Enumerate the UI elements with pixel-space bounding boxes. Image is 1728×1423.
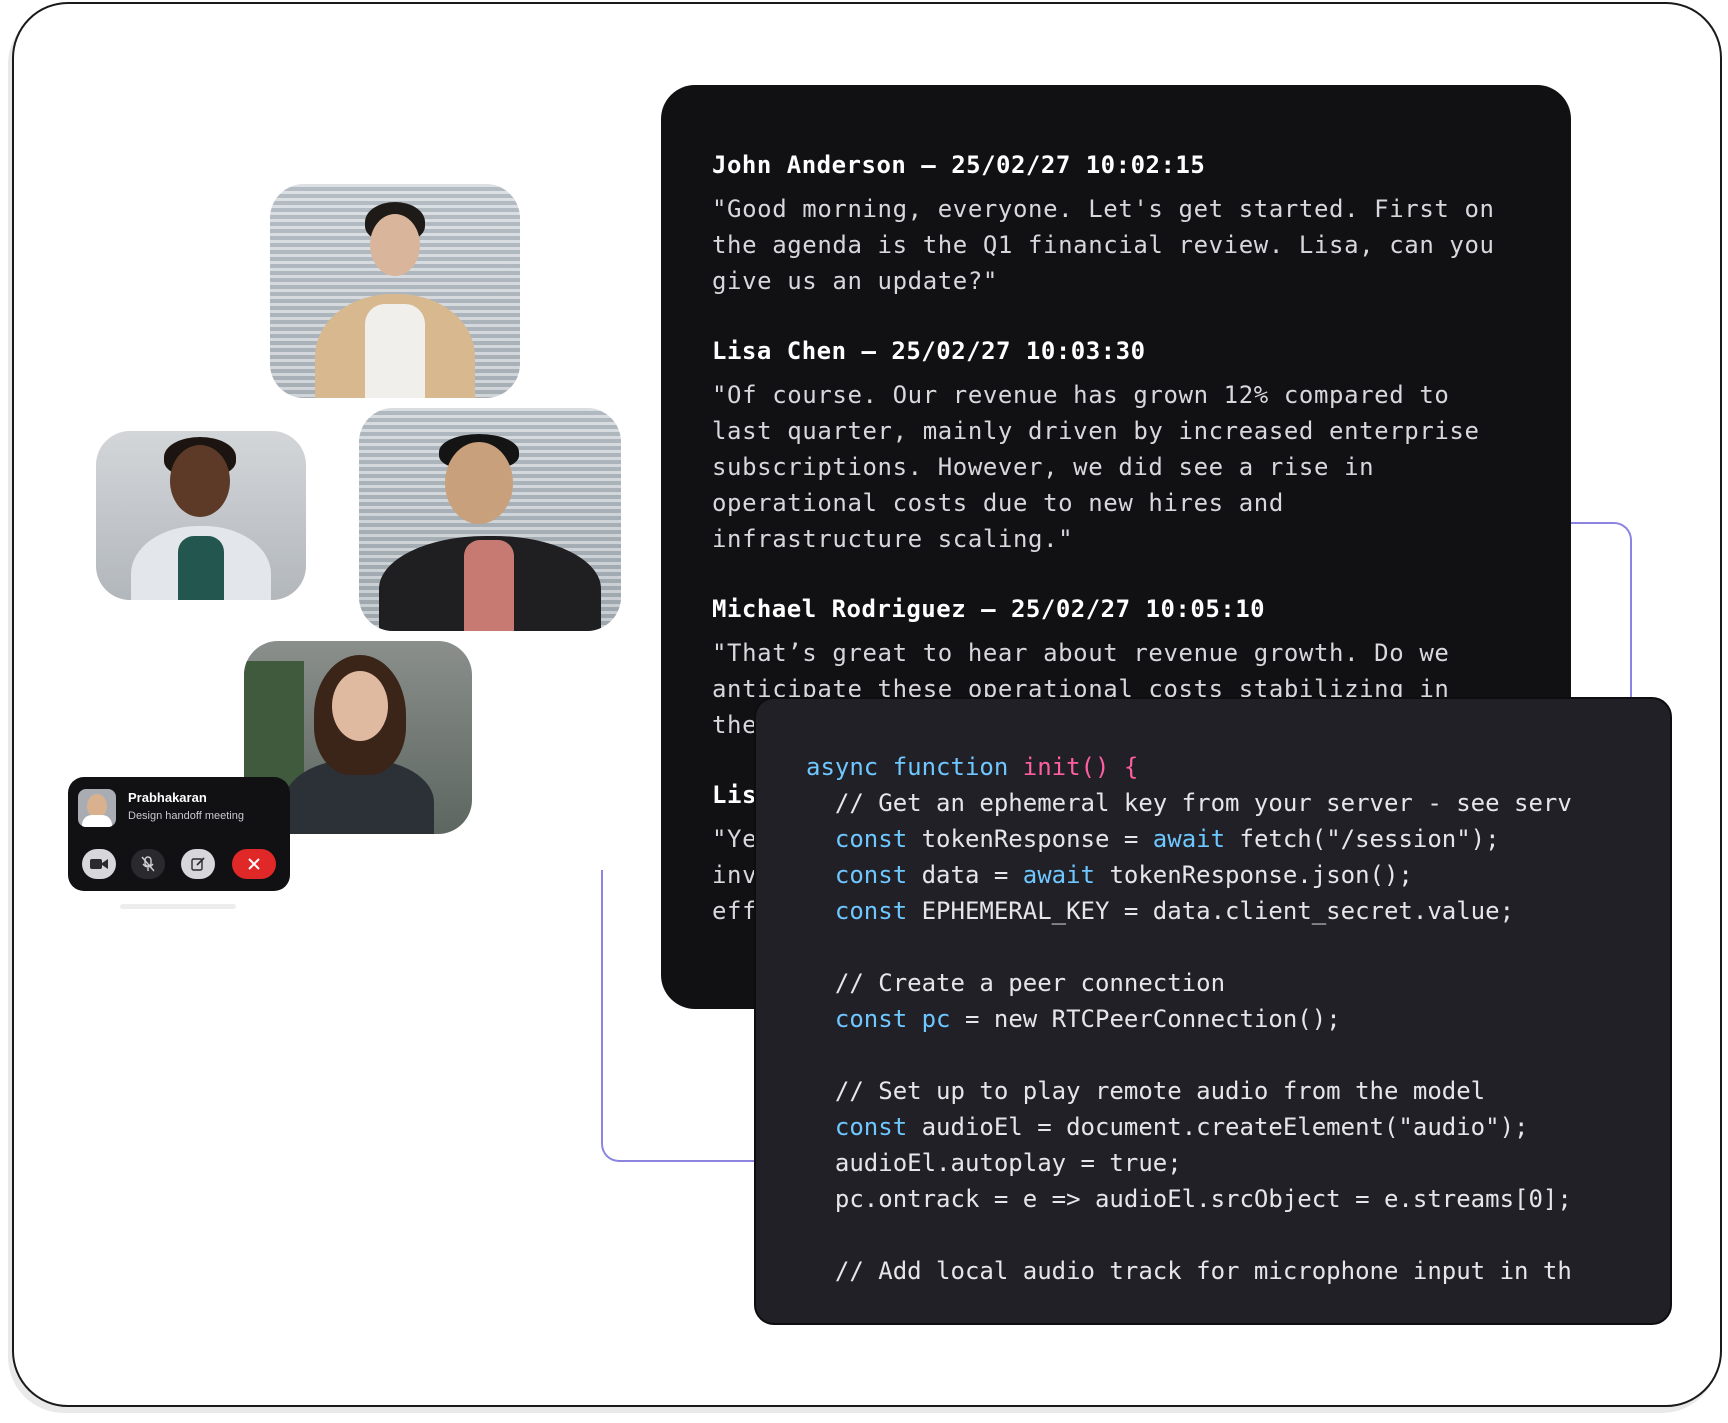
code-token: EPHEMERAL_KEY = data.client_secret.value… [907, 897, 1515, 925]
code-block: async function init() { // Get an epheme… [806, 749, 1572, 1289]
camera-icon [90, 859, 108, 869]
code-token: await [1152, 825, 1226, 853]
code-line: async function init() { [806, 749, 1572, 785]
code-token: fetch("/session"); [1225, 825, 1500, 853]
speaker-label: John Anderson – 25/02/27 10:02:15 [712, 151, 1206, 179]
code-token: audioEl = document.createElement("audio"… [907, 1113, 1529, 1141]
transcript-text: "Good morning, everyone. Let's get start… [712, 195, 1495, 295]
code-token: const [834, 861, 908, 889]
transcript-text: "Of course. Our revenue has grown 12% co… [712, 381, 1480, 553]
speaker-label: Lisa Chen – 25/02/27 10:03:30 [712, 337, 1146, 365]
code-line: const EPHEMERAL_KEY = data.client_secret… [806, 893, 1572, 929]
transcript-entry: Lisa Chen – 25/02/27 10:03:30 "Of course… [712, 337, 1512, 557]
mic-off-icon [141, 856, 155, 872]
code-token: = new RTCPeerConnection(); [950, 1005, 1341, 1033]
avatar [78, 789, 116, 827]
code-token: // Add local audio track for microphone … [806, 1257, 1572, 1285]
code-token: pc [921, 1005, 951, 1033]
code-token: // Create a peer connection [806, 969, 1226, 997]
participant-video-woman-white-blazer[interactable] [96, 431, 306, 600]
code-line: pc.ontrack = e => audioEl.srcObject = e.… [806, 1181, 1572, 1217]
mute-button[interactable] [131, 849, 165, 879]
code-line: // Set up to play remote audio from the … [806, 1073, 1572, 1109]
code-line: const audioEl = document.createElement("… [806, 1109, 1572, 1145]
code-line: // Create a peer connection [806, 965, 1572, 1001]
edit-icon [191, 857, 205, 871]
code-token: audioEl.autoplay = true; [806, 1149, 1182, 1177]
code-token: await [1022, 861, 1095, 889]
code-token: tokenResponse.json(); [1095, 861, 1413, 889]
code-token: async function [806, 753, 1023, 781]
code-line: // Add local audio track for microphone … [806, 1253, 1572, 1289]
code-token: init() { [1022, 753, 1139, 781]
code-token: data = [907, 861, 1023, 889]
call-controls-card: Prabhakaran Design handoff meeting [68, 777, 290, 891]
code-line: const data = await tokenResponse.json(); [806, 857, 1572, 893]
code-token: const [834, 1005, 908, 1033]
end-call-button[interactable] [232, 849, 276, 879]
code-line: const pc = new RTCPeerConnection(); [806, 1001, 1572, 1037]
edit-button[interactable] [181, 849, 215, 879]
participant-video-woman-beige-blazer[interactable] [270, 184, 520, 398]
end-call-icon [248, 858, 260, 870]
camera-button[interactable] [82, 849, 116, 879]
code-line: audioEl.autoplay = true; [806, 1145, 1572, 1181]
code-line: // Get an ephemeral key from your server… [806, 785, 1572, 821]
caller-name: Prabhakaran [128, 790, 207, 805]
code-line: const tokenResponse = await fetch("/sess… [806, 821, 1572, 857]
speaker-label: Michael Rodriguez – 25/02/27 10:05:10 [712, 595, 1266, 623]
participant-video-man-glasses[interactable] [359, 408, 621, 631]
code-token: const [834, 825, 908, 853]
code-token: const [834, 897, 908, 925]
code-token: const [834, 1113, 908, 1141]
code-token: pc.ontrack = e => audioEl.srcObject = e.… [806, 1185, 1572, 1213]
meeting-title: Design handoff meeting [128, 810, 244, 822]
transcript-entry: John Anderson – 25/02/27 10:02:15 "Good … [712, 151, 1512, 299]
code-token: // Set up to play remote audio from the … [806, 1077, 1486, 1105]
code-editor-panel: async function init() { // Get an epheme… [754, 697, 1672, 1325]
code-token: // Get an ephemeral key from your server… [806, 789, 1572, 817]
code-token: tokenResponse = [907, 825, 1153, 853]
drag-handle[interactable] [120, 904, 236, 909]
